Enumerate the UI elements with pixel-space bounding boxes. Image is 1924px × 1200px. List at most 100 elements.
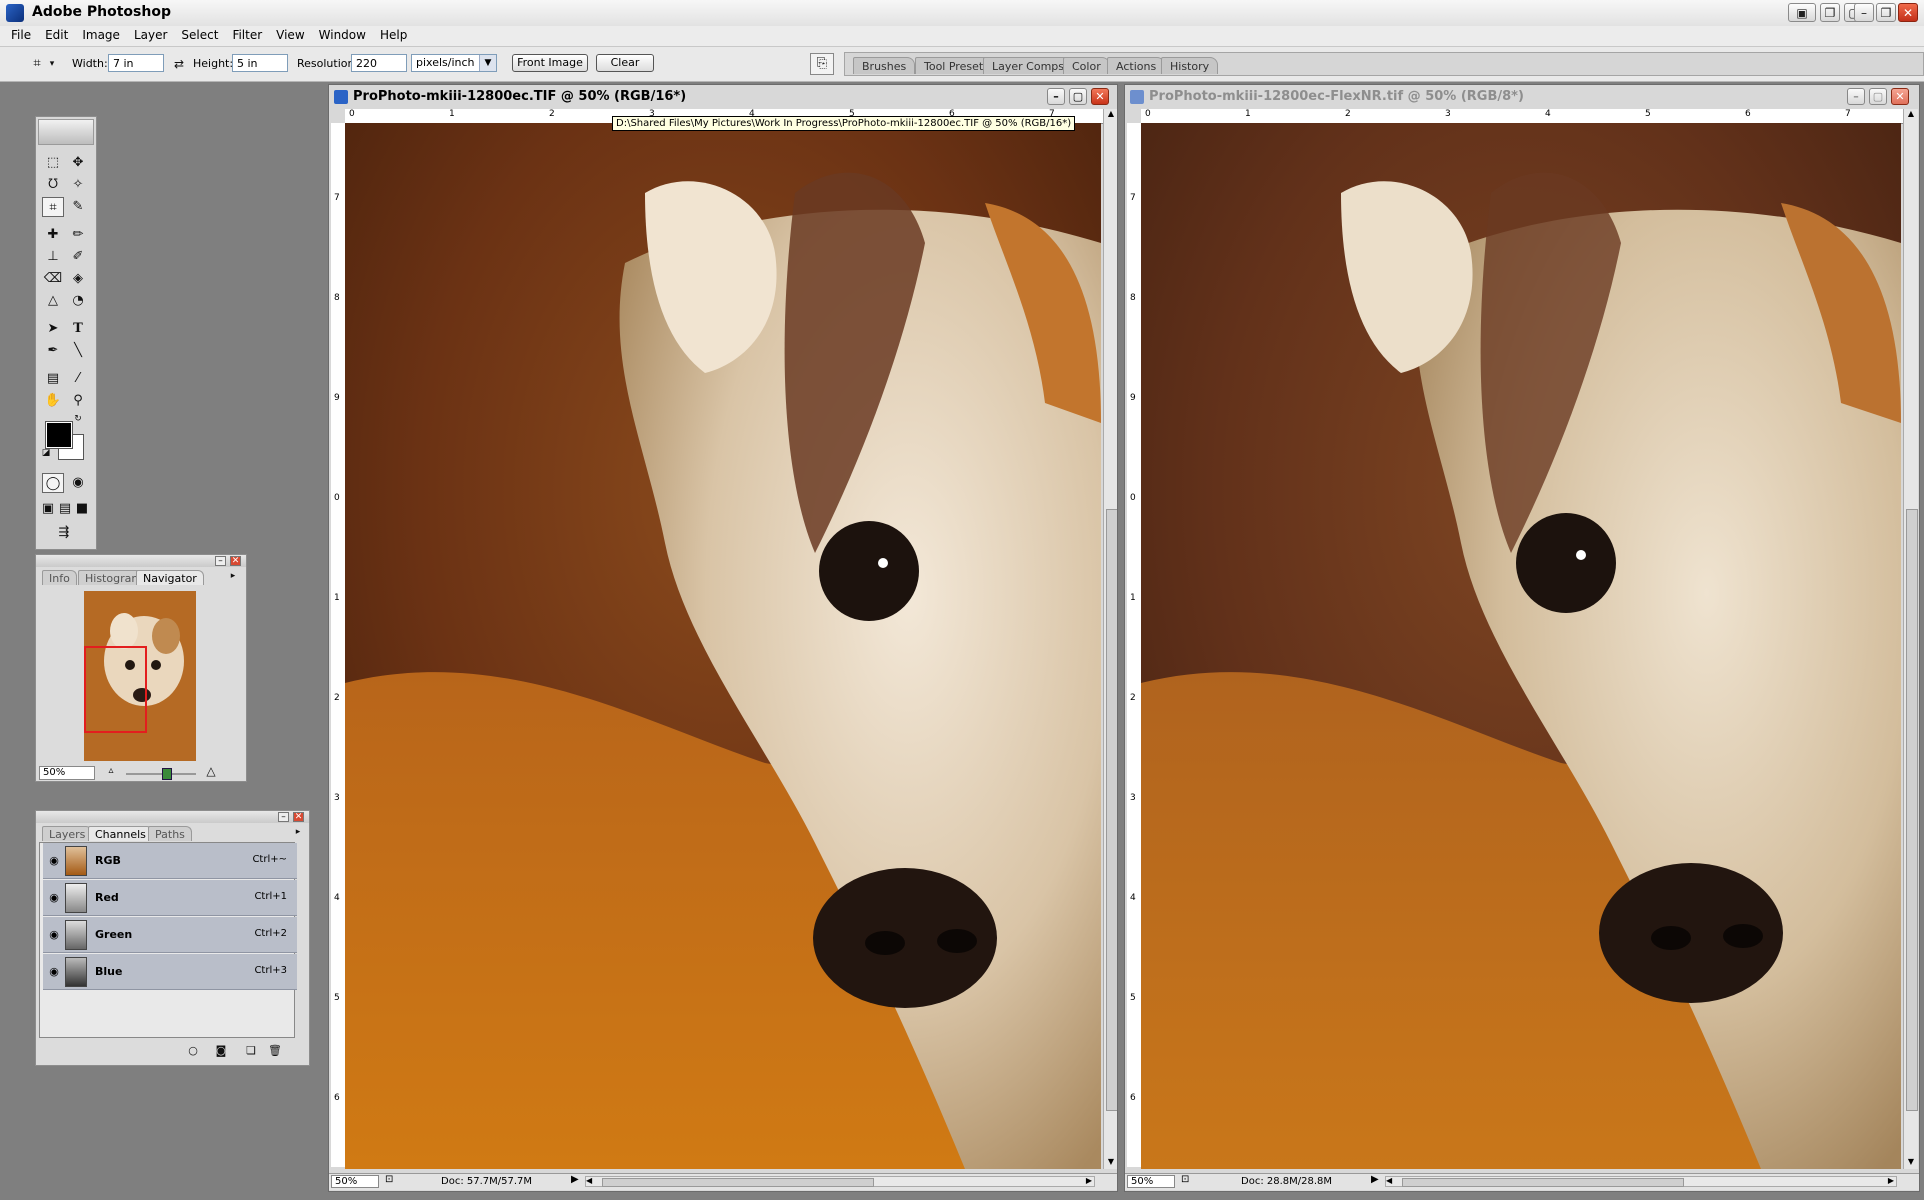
eraser-tool-icon[interactable]: ⌫ xyxy=(42,269,64,289)
scrollbar-thumb[interactable] xyxy=(1402,1178,1684,1187)
menu-help[interactable]: Help xyxy=(373,26,414,44)
scroll-up-icon[interactable]: ▲ xyxy=(1105,109,1117,121)
workspace-icon[interactable]: ▣ xyxy=(1788,3,1816,22)
adobe-feather-icon[interactable] xyxy=(38,119,94,145)
magic-wand-tool-icon[interactable]: ✧ xyxy=(67,175,89,195)
status-arrow-icon[interactable]: ▶ xyxy=(571,1174,579,1185)
scroll-left-icon[interactable]: ◀ xyxy=(1386,1176,1392,1185)
palette-restore-icon[interactable]: ❐ xyxy=(1820,3,1840,22)
clone-stamp-tool-icon[interactable]: ⊥ xyxy=(42,247,64,267)
eye-icon[interactable]: ◉ xyxy=(47,928,61,942)
height-input[interactable] xyxy=(232,54,288,72)
resolution-input[interactable] xyxy=(351,54,407,72)
vertical-scrollbar[interactable]: ▲ ▼ xyxy=(1103,109,1117,1169)
menu-layer[interactable]: Layer xyxy=(127,26,174,44)
menu-filter[interactable]: Filter xyxy=(225,26,269,44)
minimize-button[interactable]: – xyxy=(1047,88,1065,105)
jump-to-imageready-icon[interactable]: ⇶ xyxy=(42,523,86,543)
load-channel-selection-icon[interactable]: ○ xyxy=(182,1041,204,1061)
pen-tool-icon[interactable]: ✒ xyxy=(42,341,64,361)
full-screen-menu-mode-icon[interactable]: ▤ xyxy=(56,499,74,519)
well-tab-history[interactable]: History xyxy=(1161,57,1219,74)
eye-icon[interactable]: ◉ xyxy=(47,854,61,868)
save-selection-channel-icon[interactable]: ◙ xyxy=(210,1041,232,1061)
tab-info[interactable]: Info xyxy=(42,570,77,585)
close-button[interactable]: ✕ xyxy=(1091,88,1109,105)
navigator-view-box[interactable] xyxy=(84,646,147,733)
tab-navigator[interactable]: Navigator xyxy=(136,570,204,585)
tab-paths[interactable]: Paths xyxy=(148,826,192,841)
dodge-tool-icon[interactable]: ◔ xyxy=(67,291,89,311)
crop-tool-icon[interactable]: ⌗ xyxy=(42,197,64,217)
palette-toggle-icon[interactable]: ⎘ xyxy=(810,53,834,75)
channel-row-green[interactable]: ◉ Green Ctrl+2 xyxy=(43,917,297,953)
channel-row-rgb[interactable]: ◉ RGB Ctrl+~ xyxy=(43,843,297,879)
move-tool-icon[interactable]: ✥ xyxy=(67,153,89,173)
document-title-bar[interactable]: ProPhoto-mkiii-12800ec.TIF @ 50% (RGB/16… xyxy=(329,85,1117,107)
scrollbar-thumb[interactable] xyxy=(1106,509,1117,1111)
well-tab-brushes[interactable]: Brushes xyxy=(853,57,916,74)
type-tool-icon[interactable]: T xyxy=(67,319,89,339)
palette-menu-icon[interactable]: ▸ xyxy=(291,825,305,839)
tab-channels[interactable]: Channels xyxy=(88,826,153,841)
scrollbar-thumb[interactable] xyxy=(1906,509,1918,1111)
maximize-button[interactable]: ❐ xyxy=(1876,3,1896,22)
scroll-right-icon[interactable]: ▶ xyxy=(1086,1176,1092,1185)
status-menu-icon[interactable]: ⊡ xyxy=(1181,1174,1189,1185)
crop-tool-preset-icon[interactable]: ⌗ xyxy=(26,54,48,74)
new-channel-icon[interactable]: ❏ xyxy=(240,1041,262,1061)
channel-row-blue[interactable]: ◉ Blue Ctrl+3 xyxy=(43,954,297,990)
navigator-titlebar[interactable]: – ✕ xyxy=(36,555,246,567)
close-icon[interactable]: ✕ xyxy=(293,812,304,822)
minimize-button[interactable]: – xyxy=(1854,3,1874,22)
full-screen-mode-icon[interactable]: ■ xyxy=(73,499,91,519)
paint-bucket-tool-icon[interactable]: ◈ xyxy=(67,269,89,289)
scroll-right-icon[interactable]: ▶ xyxy=(1888,1176,1894,1185)
scrollbar-thumb[interactable] xyxy=(602,1178,874,1187)
path-selection-tool-icon[interactable]: ➤ xyxy=(42,319,64,339)
eye-icon[interactable]: ◉ xyxy=(47,891,61,905)
resolution-units-select[interactable]: pixels/inch ▼ xyxy=(411,54,497,72)
notes-tool-icon[interactable]: ▤ xyxy=(42,369,64,389)
vertical-scrollbar[interactable]: ▲ ▼ xyxy=(1903,109,1918,1169)
horizontal-scrollbar[interactable]: ◀ ▶ xyxy=(585,1176,1095,1187)
maximize-button[interactable]: ▢ xyxy=(1869,88,1887,105)
swap-colors-icon[interactable]: ↻ xyxy=(72,413,84,425)
horizontal-scrollbar[interactable]: ◀ ▶ xyxy=(1385,1176,1897,1187)
close-icon[interactable]: ✕ xyxy=(230,556,241,566)
standard-mode-icon[interactable]: ◯ xyxy=(42,473,64,493)
document-title-bar[interactable]: ProPhoto-mkiii-12800ec-FlexNR.tif @ 50% … xyxy=(1125,85,1919,107)
blur-tool-icon[interactable]: △ xyxy=(42,291,64,311)
hand-tool-icon[interactable]: ✋ xyxy=(42,391,64,411)
width-input[interactable] xyxy=(108,54,164,72)
delete-channel-icon[interactable]: 🗑 xyxy=(264,1041,286,1061)
image-canvas[interactable] xyxy=(345,123,1101,1169)
history-brush-tool-icon[interactable]: ✐ xyxy=(67,247,89,267)
well-tab-layer-comps[interactable]: Layer Comps xyxy=(983,57,1074,74)
status-menu-icon[interactable]: ⊡ xyxy=(385,1174,393,1185)
zoom-out-icon[interactable]: ▵ xyxy=(104,763,118,779)
status-arrow-icon[interactable]: ▶ xyxy=(1371,1174,1379,1185)
navigator-zoom-slider[interactable] xyxy=(126,768,196,780)
quick-mask-mode-icon[interactable]: ◉ xyxy=(67,473,89,493)
navigator-zoom-slider-handle[interactable] xyxy=(162,768,172,780)
navigator-zoom-input[interactable]: 50% xyxy=(39,766,95,780)
image-canvas[interactable] xyxy=(1141,123,1901,1169)
document-zoom-input[interactable]: 50% xyxy=(1127,1175,1175,1188)
marquee-tool-icon[interactable]: ⬚ xyxy=(42,153,64,173)
swap-dimensions-icon[interactable]: ⇄ xyxy=(168,54,190,74)
document-zoom-input[interactable]: 50% xyxy=(331,1175,379,1188)
minimize-icon[interactable]: – xyxy=(278,812,289,822)
minimize-button[interactable]: – xyxy=(1847,88,1865,105)
scroll-up-icon[interactable]: ▲ xyxy=(1905,109,1917,121)
scroll-down-icon[interactable]: ▼ xyxy=(1105,1157,1117,1169)
minimize-icon[interactable]: – xyxy=(215,556,226,566)
channel-row-red[interactable]: ◉ Red Ctrl+1 xyxy=(43,880,297,916)
clear-button[interactable]: Clear xyxy=(596,54,654,72)
menu-file[interactable]: File xyxy=(4,26,38,44)
zoom-tool-icon[interactable]: ⚲ xyxy=(67,391,89,411)
scroll-down-icon[interactable]: ▼ xyxy=(1905,1157,1917,1169)
lasso-tool-icon[interactable]: ᘮ xyxy=(42,175,64,195)
channels-titlebar[interactable]: – ✕ xyxy=(36,811,309,823)
brush-tool-icon[interactable]: ✏ xyxy=(67,225,89,245)
